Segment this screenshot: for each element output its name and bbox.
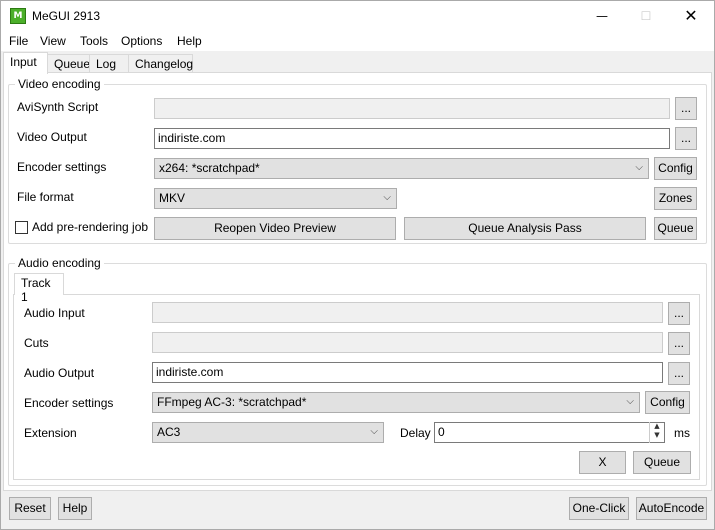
video-encoder-label: Encoder settings [17,160,107,174]
avisynth-label: AviSynth Script [17,100,99,114]
spin-up-icon[interactable]: ▲ [650,422,664,431]
file-format-select[interactable]: MKV ⌵ [154,188,397,209]
cuts-field[interactable] [152,332,663,353]
tab-input[interactable]: Input [3,52,48,74]
autoencode-button[interactable]: AutoEncode [636,497,707,520]
menu-options[interactable]: Options [121,34,162,48]
input-tab-panel: Video encoding AviSynth Script ... Video… [3,72,712,491]
menu-bar: File View Tools Options Help [1,31,714,51]
menu-view[interactable]: View [40,34,66,48]
avisynth-browse-button[interactable]: ... [675,97,697,120]
audio-config-button[interactable]: Config [645,391,690,414]
video-config-button[interactable]: Config [654,157,697,180]
tab-changelog[interactable]: Changelog [128,54,193,73]
video-encoding-title: Video encoding [15,77,104,91]
delay-unit-label: ms [674,426,690,440]
cuts-label: Cuts [24,336,49,350]
cuts-browse-button[interactable]: ... [668,332,690,355]
video-encoder-select[interactable]: x264: *scratchpad* ⌵ [154,158,649,179]
reset-button[interactable]: Reset [9,497,51,520]
title-bar: M MeGUI 2913 — ☐ ✕ [1,1,714,31]
app-logo-icon: M [10,8,26,24]
close-icon[interactable]: ✕ [668,1,714,31]
minimize-icon[interactable]: — [579,1,625,31]
video-encoder-value: x264: *scratchpad* [159,161,260,175]
delay-value: 0 [438,425,445,439]
avisynth-input[interactable] [154,98,670,119]
prerender-checkbox[interactable] [15,221,28,234]
megui-window: M MeGUI 2913 — ☐ ✕ File View Tools Optio… [0,0,715,530]
audio-output-browse-button[interactable]: ... [668,362,690,385]
queue-analysis-button[interactable]: Queue Analysis Pass [404,217,646,240]
chevron-down-icon: ⌵ [635,162,643,173]
delay-field[interactable]: 0 [434,422,665,443]
chevron-down-icon: ⌵ [626,396,634,407]
extension-select[interactable]: AC3 ⌵ [152,422,384,443]
maximize-icon[interactable]: ☐ [623,1,669,31]
one-click-button[interactable]: One-Click [569,497,629,520]
zones-button[interactable]: Zones [654,187,697,210]
audio-remove-button[interactable]: X [579,451,626,474]
video-output-browse-button[interactable]: ... [675,127,697,150]
chevron-down-icon: ⌵ [383,192,391,203]
tab-track-1[interactable]: Track 1 [14,273,64,304]
audio-encoder-select[interactable]: FFmpeg AC-3: *scratchpad* ⌵ [152,392,640,413]
video-output-input[interactable]: indiriste.com [154,128,670,149]
extension-label: Extension [24,426,77,440]
audio-encoder-label: Encoder settings [24,396,114,410]
delay-spinner[interactable]: ▲ ▼ [649,422,664,443]
video-queue-button[interactable]: Queue [654,217,697,240]
help-button[interactable]: Help [58,497,92,520]
audio-output-label: Audio Output [24,366,95,380]
menu-help[interactable]: Help [177,34,202,48]
audio-encoder-value: FFmpeg AC-3: *scratchpad* [157,395,307,409]
tab-queue[interactable]: Queue [47,54,90,73]
audio-encoding-title: Audio encoding [15,256,104,270]
file-format-label: File format [17,190,74,204]
chevron-down-icon: ⌵ [370,426,378,437]
audio-output-field[interactable]: indiriste.com [152,362,663,383]
audio-queue-button[interactable]: Queue [633,451,691,474]
menu-tools[interactable]: Tools [80,34,108,48]
extension-value: AC3 [157,425,181,439]
audio-input-field[interactable] [152,302,663,323]
audio-input-browse-button[interactable]: ... [668,302,690,325]
window-title: MeGUI 2913 [32,9,101,23]
tab-log[interactable]: Log [89,54,129,73]
prerender-label: Add pre-rendering job [32,220,149,234]
delay-label: Delay [400,426,431,440]
video-output-label: Video Output [17,130,87,144]
audio-input-label: Audio Input [24,306,85,320]
reopen-preview-button[interactable]: Reopen Video Preview [154,217,396,240]
menu-file[interactable]: File [9,34,28,48]
spin-down-icon[interactable]: ▼ [650,431,664,440]
file-format-value: MKV [159,191,186,205]
